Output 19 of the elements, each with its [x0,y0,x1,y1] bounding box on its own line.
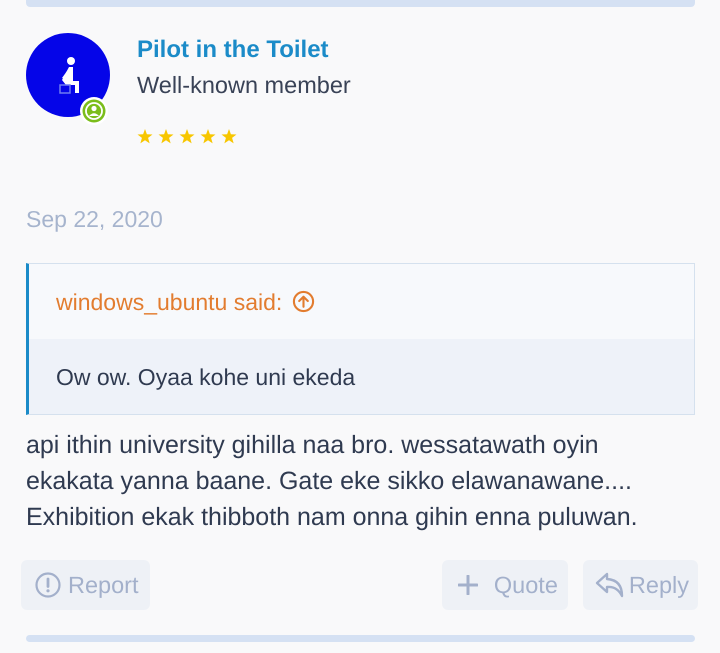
member-title: Well-known member [137,71,351,100]
exclamation-circle-icon [35,572,61,598]
avatar-image[interactable] [26,33,110,117]
report-button[interactable]: Report [21,560,150,610]
post-text: api ithin university gihilla naa bro. wessatawath oyin ekakata yanna baane. Gate eke sikko elawanawane.... Exhibition ekak thibboth nam onna gihin enna puluwan. [26,430,639,533]
author-name-link[interactable]: Pilot in the Toilet [137,35,329,65]
star-icon [200,129,216,144]
star-icon [179,129,195,144]
star-icon [221,129,237,144]
star-icon [158,129,174,144]
star-icon [137,129,153,144]
quote-attribution: windows_ubuntu said: [56,288,282,316]
post-date-link[interactable]: Sep 22, 2020 [26,204,163,234]
plus-icon [458,575,478,595]
reply-arrow-icon [594,572,625,598]
reply-button[interactable]: Reply [582,560,698,610]
arrow-up-circle-icon[interactable] [292,290,316,313]
quote-button[interactable]: Quote [442,560,568,610]
quote-text: Ow ow. Oyaa kohe uni ekeda [56,362,356,390]
